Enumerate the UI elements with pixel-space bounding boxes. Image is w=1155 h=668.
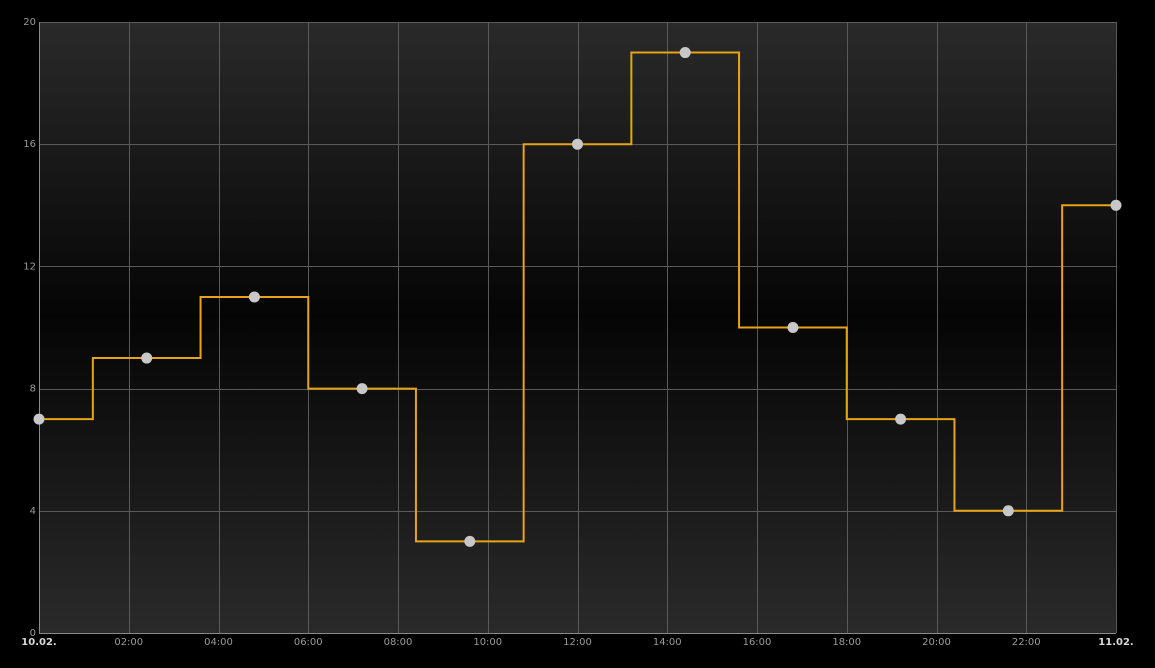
data-point-marker[interactable] xyxy=(141,352,153,364)
data-point-marker[interactable] xyxy=(679,47,691,59)
x-tick-label: 02:00 xyxy=(114,637,143,648)
y-tick-label: 8 xyxy=(30,384,36,395)
y-tick-label: 16 xyxy=(23,139,36,150)
x-tick-label: 06:00 xyxy=(294,637,323,648)
data-point-marker[interactable] xyxy=(787,322,799,333)
x-tick-label: 10.02. xyxy=(21,637,56,648)
x-tick-label: 11.02. xyxy=(1098,637,1133,648)
x-tick-label: 18:00 xyxy=(832,637,861,648)
data-point-marker[interactable] xyxy=(572,138,583,150)
data-point-marker[interactable] xyxy=(895,413,907,425)
x-tick-label: 12:00 xyxy=(563,637,592,648)
chart-container: 0 4 8 12 16 20 10.02. 02:00 04:00 06:00 08:00 10:00… xyxy=(0,0,1155,668)
data-point-marker[interactable] xyxy=(1002,505,1014,517)
x-tick-label: 16:00 xyxy=(743,637,772,648)
step-line-chart: 04812162010.02. 02:00 04:00 06:00 08:00 10:00… xyxy=(21,17,1133,648)
data-point-marker[interactable] xyxy=(1110,199,1122,211)
x-tick-label: 04:00 xyxy=(204,637,233,648)
x-tick-label: 20:00 xyxy=(922,637,951,648)
data-point-marker[interactable] xyxy=(356,383,368,395)
y-tick-label: 20 xyxy=(23,17,36,28)
y-tick-label: 12 xyxy=(23,261,36,272)
data-point-marker[interactable] xyxy=(33,413,45,425)
x-tick-label: 22:00 xyxy=(1012,637,1041,648)
y-tick-label: 4 xyxy=(30,506,36,517)
x-tick-label: 10:00 xyxy=(473,637,502,648)
data-point-marker[interactable] xyxy=(248,291,260,303)
data-point-marker[interactable] xyxy=(464,535,476,547)
x-tick-label: 08:00 xyxy=(384,637,413,648)
x-tick-label: 14:00 xyxy=(653,637,682,648)
